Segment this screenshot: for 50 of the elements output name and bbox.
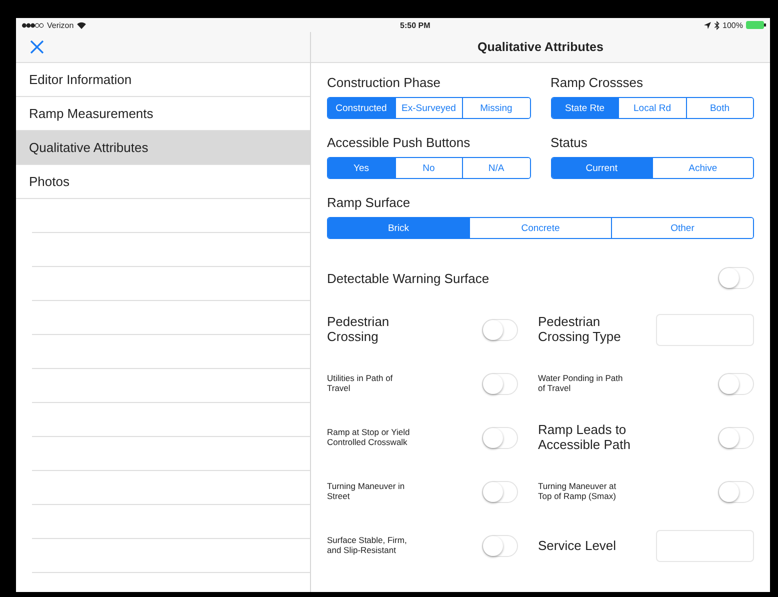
segment-option[interactable]: Achive — [652, 158, 753, 178]
segment-option[interactable]: N/A — [462, 158, 530, 178]
toggle-label: Turning Maneuver at Top of Ramp (Smax) — [538, 482, 618, 502]
toggle-label: Ramp at Stop or Yield Controlled Crosswalk — [327, 428, 411, 448]
battery-percent: 100% — [722, 20, 743, 30]
segment-option[interactable]: Yes — [328, 158, 394, 178]
toggle-label: Detectable Warning Surface — [327, 270, 490, 286]
segment-option[interactable]: Brick — [328, 218, 469, 238]
carrier-name: Verizon — [47, 20, 74, 30]
segment-option[interactable]: Missing — [462, 98, 530, 118]
segment-option[interactable]: Other — [611, 218, 753, 238]
signal-icon — [22, 22, 44, 28]
field-label: Pedestrian Crossing Type — [538, 315, 622, 345]
section-label: Ramp Surface — [327, 195, 412, 210]
bluetooth-icon — [714, 20, 720, 30]
segment-option[interactable]: Constructed — [328, 98, 394, 118]
toggle-switch[interactable] — [718, 267, 754, 289]
location-arrow-icon — [704, 22, 711, 28]
toggle-switch[interactable] — [718, 427, 754, 449]
battery-icon — [746, 21, 766, 29]
sidebar-item[interactable]: Photos — [16, 165, 310, 199]
input-field[interactable] — [656, 530, 754, 562]
toggle-switch[interactable] — [482, 427, 518, 449]
section-label: Construction Phase — [327, 75, 442, 90]
sidebar-item[interactable]: Qualitative Attributes — [16, 131, 310, 165]
section-label: Ramp Crossses — [550, 75, 644, 90]
segment-option[interactable]: Current — [552, 158, 652, 178]
sidebar-item[interactable]: Editor Information — [16, 63, 310, 97]
toggle-switch[interactable] — [482, 319, 518, 341]
wifi-icon — [76, 22, 86, 28]
input-field[interactable] — [656, 314, 754, 346]
toggle-switch[interactable] — [718, 481, 754, 503]
toggle-label: Ramp Leads to Accessible Path — [538, 423, 632, 453]
toggle-switch[interactable] — [482, 481, 518, 503]
segment-option[interactable]: Both — [686, 98, 753, 118]
toggle-label: Turning Maneuver in Street — [327, 482, 406, 502]
toggle-label: Surface Stable, Firm, and Slip-Resistant — [327, 536, 408, 556]
section-label: Accessible Push Buttons — [327, 135, 472, 150]
toggle-label: Pedestrian Crossing — [327, 315, 390, 345]
toggle-switch[interactable] — [482, 535, 518, 557]
close-icon[interactable] — [30, 40, 44, 54]
segment-option[interactable]: State Rte — [552, 98, 618, 118]
section-label: Status — [550, 135, 588, 150]
nav-title: Qualitative Attributes — [478, 40, 604, 54]
toggle-switch[interactable] — [482, 373, 518, 395]
toggle-switch[interactable] — [718, 373, 754, 395]
field-label: Service Level — [538, 538, 618, 554]
toggle-label: Water Ponding in Path of Travel — [538, 374, 624, 394]
toggle-label: Utilities in Path of Travel — [327, 374, 394, 394]
status-time: 5:50 PM — [400, 20, 430, 30]
